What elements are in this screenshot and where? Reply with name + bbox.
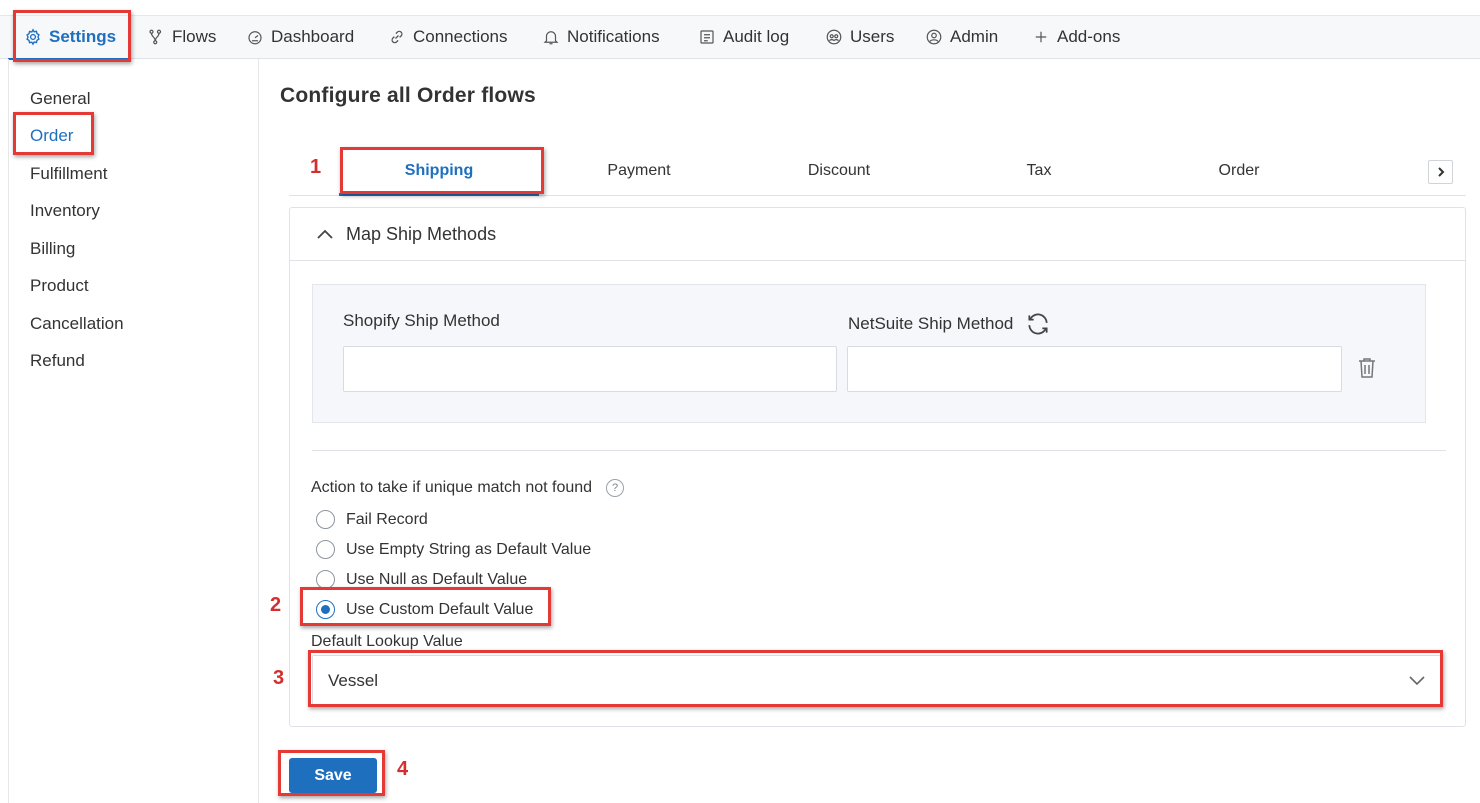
top-spacer (0, 0, 1480, 15)
sidebar-item-product[interactable]: Product (30, 276, 89, 296)
section-divider (312, 450, 1446, 451)
action-label: Action to take if unique match not found… (311, 479, 625, 497)
nav-notifications[interactable]: Notifications (542, 16, 660, 58)
dashboard-icon (248, 31, 262, 45)
plus-icon (1035, 31, 1047, 43)
callout-settings (13, 10, 131, 62)
sidebar-item-refund[interactable]: Refund (30, 351, 85, 371)
top-nav: Settings Flows Dashboard Connections Not… (0, 15, 1480, 60)
annotation-number-4: 4 (397, 758, 409, 780)
tab-payment[interactable]: Payment (539, 162, 739, 180)
ship-method-mapping: Shopify Ship Method NetSuite Ship Method (312, 284, 1426, 423)
sidebar-item-general[interactable]: General (30, 89, 90, 109)
trash-icon[interactable] (1357, 356, 1377, 380)
nav-add-ons-label: Add-ons (1057, 27, 1121, 46)
callout-custom-default (300, 587, 551, 626)
action-label-text: Action to take if unique match not found (311, 479, 593, 496)
chevron-right-icon (1437, 167, 1444, 177)
shopify-ship-method-label: Shopify Ship Method (343, 311, 500, 330)
admin-icon (926, 29, 942, 45)
users-icon (826, 29, 842, 45)
radio-empty-string[interactable]: Use Empty String as Default Value (316, 540, 591, 559)
tab-discount[interactable]: Discount (739, 162, 939, 180)
nav-dashboard[interactable]: Dashboard (246, 16, 354, 58)
callout-order (13, 112, 94, 155)
nav-connections[interactable]: Connections (388, 16, 508, 58)
link-icon (391, 30, 403, 44)
nav-audit-log-label: Audit log (723, 27, 790, 46)
settings-sidebar: General Order Fulfillment Inventory Bill… (8, 59, 259, 803)
radio-label: Fail Record (346, 510, 428, 528)
netsuite-ship-method-header: NetSuite Ship Method (848, 311, 1051, 337)
tab-scroll-right-button[interactable] (1428, 160, 1453, 184)
callout-lookup-select (308, 650, 1443, 707)
radio-circle[interactable] (316, 540, 335, 559)
radio-fail-record[interactable]: Fail Record (316, 510, 428, 529)
nav-dashboard-label: Dashboard (271, 27, 355, 46)
radio-label: Use Null as Default Value (346, 570, 528, 588)
nav-admin[interactable]: Admin (925, 16, 998, 58)
help-icon[interactable]: ? (606, 479, 625, 497)
sidebar-item-fulfillment[interactable]: Fulfillment (30, 164, 107, 184)
default-lookup-label: Default Lookup Value (311, 633, 463, 650)
netsuite-ship-method-label: NetSuite Ship Method (848, 314, 1014, 333)
sidebar-item-inventory[interactable]: Inventory (30, 201, 100, 221)
panel-header[interactable]: Map Ship Methods (290, 208, 1465, 261)
annotation-number-3: 3 (273, 667, 285, 689)
nav-flows[interactable]: Flows (147, 16, 216, 58)
radio-circle[interactable] (316, 510, 335, 529)
flow-icon (149, 29, 162, 45)
nav-admin-label: Admin (950, 27, 999, 46)
nav-add-ons[interactable]: Add-ons (1032, 16, 1120, 58)
tab-order[interactable]: Order (1139, 162, 1339, 180)
nav-flows-label: Flows (172, 27, 217, 46)
nav-notifications-label: Notifications (567, 27, 660, 46)
tab-tax[interactable]: Tax (939, 162, 1139, 180)
annotation-number-2: 2 (270, 594, 282, 616)
nav-connections-label: Connections (413, 27, 508, 46)
netsuite-ship-method-input[interactable] (847, 346, 1342, 392)
refresh-icon[interactable] (1025, 311, 1051, 337)
nav-users[interactable]: Users (825, 16, 894, 58)
callout-save (278, 750, 385, 796)
page-title: Configure all Order flows (280, 84, 536, 107)
shopify-ship-method-input[interactable] (343, 346, 837, 392)
chevron-up-icon (317, 229, 333, 239)
radio-label: Use Empty String as Default Value (346, 540, 592, 558)
callout-shipping-tab (340, 147, 544, 194)
sidebar-item-billing[interactable]: Billing (30, 239, 75, 259)
nav-audit-log[interactable]: Audit log (698, 16, 789, 58)
bell-icon (543, 31, 559, 45)
nav-users-label: Users (850, 27, 895, 46)
panel-title: Map Ship Methods (346, 223, 497, 244)
annotation-number-1: 1 (310, 156, 322, 178)
map-ship-methods-panel: Map Ship Methods Shopify Ship Method Net… (289, 207, 1466, 727)
audit-icon (700, 30, 714, 44)
sidebar-item-cancellation[interactable]: Cancellation (30, 314, 124, 334)
